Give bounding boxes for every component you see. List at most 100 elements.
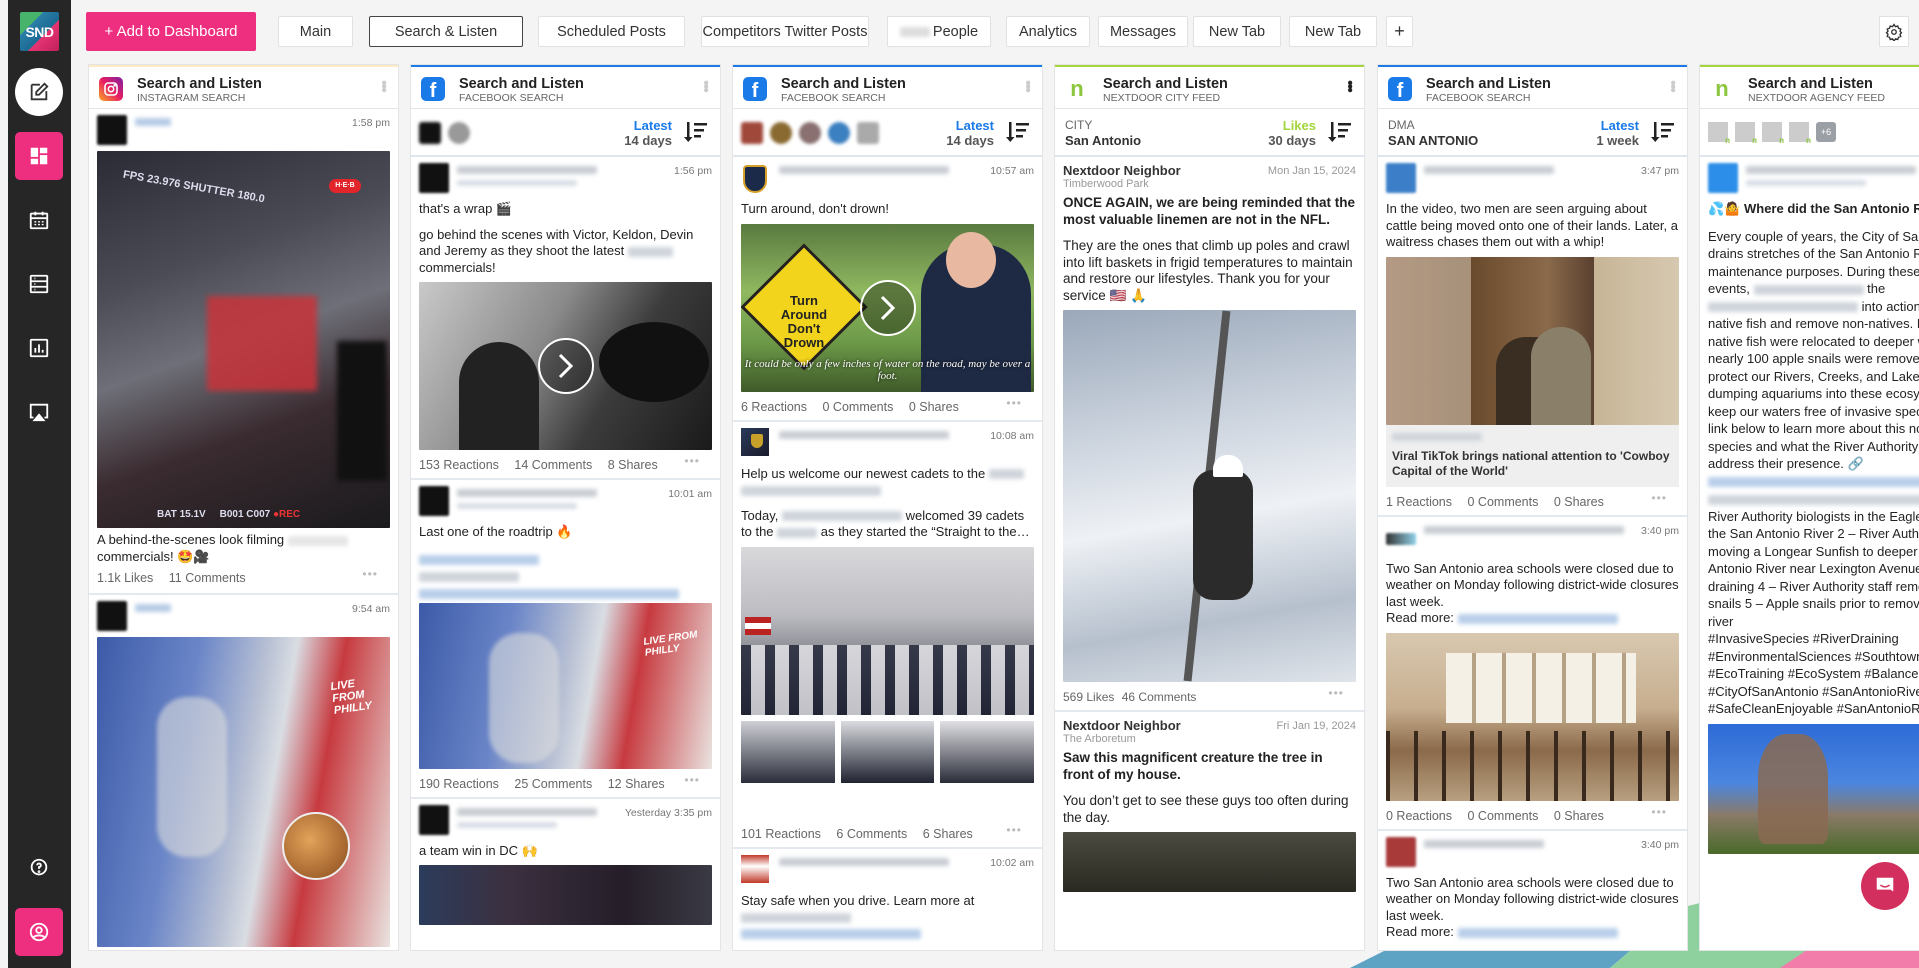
post-more-button[interactable]: ••• (1006, 823, 1022, 837)
author-name[interactable] (1746, 166, 1916, 174)
author-name[interactable] (457, 807, 597, 816)
post-image[interactable] (1063, 832, 1356, 892)
comments-count[interactable]: 46 Comments (1122, 690, 1197, 704)
author-name[interactable] (135, 118, 171, 126)
link-preview[interactable]: Viral TikTok brings national attention t… (1386, 424, 1679, 487)
profile-button[interactable] (15, 908, 63, 956)
comments-count[interactable]: 14 Comments (514, 458, 592, 472)
avatar[interactable] (741, 854, 769, 883)
post-more-button[interactable]: ••• (1006, 396, 1022, 410)
sort-icon[interactable] (1649, 120, 1675, 144)
post-image[interactable] (1063, 310, 1356, 682)
column-menu-button[interactable]: ••• (697, 80, 714, 91)
comments-count[interactable]: 11 Comments (169, 571, 246, 585)
help-button[interactable] (15, 844, 63, 892)
avatar[interactable] (419, 486, 449, 516)
settings-button[interactable] (1879, 16, 1909, 47)
sort-selector[interactable]: Latest 1 week (1596, 118, 1639, 148)
app-logo[interactable]: SND (20, 12, 59, 51)
avatar[interactable] (741, 427, 769, 456)
post-video[interactable] (1386, 256, 1679, 425)
avatar[interactable] (419, 804, 449, 835)
avatar[interactable] (1708, 163, 1738, 193)
redacted-link[interactable] (1457, 927, 1618, 938)
column-menu-button[interactable]: ••• (375, 80, 392, 91)
tab-people[interactable]: People (887, 16, 991, 47)
post-video[interactable]: Turn Around Don't Drown It could be only… (741, 223, 1034, 392)
avatar[interactable] (97, 601, 127, 631)
avatar[interactable] (1386, 163, 1416, 193)
add-to-dashboard-button[interactable]: + Add to Dashboard (86, 12, 256, 51)
redacted-link[interactable] (1708, 477, 1919, 488)
sort-selector[interactable]: Latest 14 days (624, 118, 672, 148)
author-name[interactable] (1424, 839, 1544, 848)
play-button[interactable] (537, 338, 594, 394)
author-name[interactable] (135, 604, 171, 612)
dashboard-button[interactable] (15, 132, 63, 180)
post-image[interactable]: H·E·B FPS 23.976 SHUTTER 180.0 BAT 15.1V… (97, 151, 390, 528)
post-image[interactable]: LIVE FROM PHILLY (97, 637, 390, 947)
post-image[interactable] (419, 865, 712, 925)
comments-count[interactable]: 0 Comments (1468, 809, 1539, 823)
post-image[interactable] (1386, 632, 1679, 801)
play-button[interactable] (859, 279, 916, 336)
compose-button[interactable] (15, 68, 63, 116)
avatar[interactable] (1386, 836, 1416, 867)
redacted-link[interactable] (1457, 613, 1618, 624)
tab-analytics[interactable]: Analytics (1006, 16, 1090, 47)
redacted-link[interactable] (741, 929, 921, 940)
author-name[interactable] (457, 489, 597, 497)
sort-selector[interactable]: Likes 30 days (1268, 118, 1316, 148)
tab-new-tab-1[interactable]: New Tab (1193, 16, 1281, 47)
post-more-button[interactable]: ••• (1651, 805, 1667, 819)
comments-count[interactable]: 6 Comments (836, 827, 907, 841)
post-more-button[interactable]: ••• (1328, 686, 1344, 700)
author-name[interactable] (1424, 525, 1624, 534)
thumbnail[interactable] (940, 720, 1035, 783)
tab-main[interactable]: Main (278, 16, 353, 47)
location-filter[interactable]: CITY San Antonio (1065, 118, 1141, 148)
tab-scheduled-posts[interactable]: Scheduled Posts (538, 16, 685, 47)
sort-icon[interactable] (682, 120, 708, 144)
source-avatars[interactable] (419, 122, 470, 144)
more-agencies-badge[interactable]: +6 (1816, 122, 1836, 142)
post-more-button[interactable]: ••• (362, 567, 378, 581)
list-button[interactable] (15, 260, 63, 308)
post-more-button[interactable]: ••• (684, 773, 700, 787)
comments-count[interactable]: 0 Comments (1468, 495, 1539, 509)
avatar[interactable] (419, 163, 449, 193)
chat-widget-button[interactable] (1861, 862, 1909, 910)
author-name[interactable] (779, 857, 949, 866)
cast-button[interactable] (15, 388, 63, 436)
avatar[interactable] (97, 115, 127, 145)
post-more-button[interactable]: ••• (684, 454, 700, 468)
author-name[interactable] (779, 166, 949, 174)
post-image[interactable]: LIVE FROM PHILLY (419, 602, 712, 769)
post-more-button[interactable]: ••• (1651, 491, 1667, 505)
source-avatars[interactable] (741, 122, 879, 144)
comments-count[interactable]: 25 Comments (514, 777, 592, 791)
tab-new-tab-2[interactable]: New Tab (1289, 16, 1377, 47)
avatar[interactable] (743, 165, 767, 193)
sort-icon[interactable] (1326, 120, 1352, 144)
column-menu-button[interactable]: ••• (1019, 80, 1036, 91)
calendar-button[interactable] (15, 196, 63, 244)
tab-search-listen[interactable]: Search & Listen (369, 16, 523, 47)
tab-competitors-twitter[interactable]: Competitors Twitter Posts (701, 16, 869, 47)
author-name[interactable] (1424, 166, 1554, 174)
post-video[interactable] (419, 282, 712, 450)
post-image[interactable] (741, 546, 1034, 715)
agency-avatars[interactable]: n n n n +6 (1708, 122, 1836, 145)
author-name[interactable] (779, 430, 949, 439)
comments-count[interactable]: 0 Comments (823, 400, 894, 414)
analytics-button[interactable] (15, 324, 63, 372)
redacted-link[interactable] (741, 912, 851, 923)
post-image[interactable] (1708, 723, 1919, 854)
avatar[interactable] (1386, 532, 1416, 545)
location-filter[interactable]: DMA SAN ANTONIO (1388, 118, 1478, 148)
author-name[interactable] (457, 166, 597, 174)
sort-selector[interactable]: Latest 14 days (946, 118, 994, 148)
column-menu-button[interactable]: ••• (1341, 80, 1358, 91)
add-tab-button[interactable]: + (1386, 16, 1413, 47)
sort-icon[interactable] (1004, 120, 1030, 144)
